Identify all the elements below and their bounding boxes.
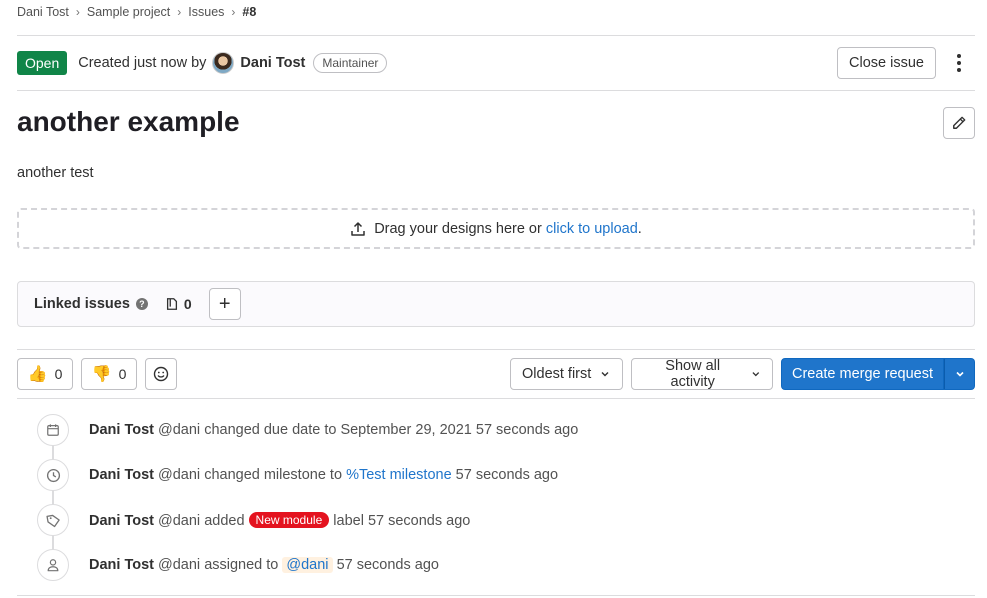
activity-item: Dani Tost @dani changed milestone to %Te… [37,459,977,491]
divider [17,595,975,596]
divider [17,349,975,350]
activity-filter-dropdown[interactable]: Show all activity [631,358,773,390]
thumbs-down-icon: 👎 [91,366,112,383]
upload-link[interactable]: click to upload [546,221,638,237]
status-badge: Open [17,51,68,75]
activity-handle[interactable]: @dani [158,513,200,529]
dropzone-text: Drag your designs here or [374,220,542,237]
calendar-icon [37,414,69,446]
dropzone-suffix: . [637,220,642,237]
timeline-line [52,430,54,565]
activity-handle[interactable]: @dani [158,467,200,483]
author-name[interactable]: Dani Tost [240,55,305,71]
close-issue-button[interactable]: Close issue [837,47,936,79]
edit-button[interactable] [943,107,975,139]
linked-count-value: 0 [183,296,192,312]
activity-text: added [204,512,245,529]
help-icon[interactable]: ? [135,298,148,310]
linked-issues-card: Linked issues ? 0 + [17,281,975,327]
clock-icon [37,459,69,491]
activity-item: Dani Tost @dani changed due date to Sept… [37,414,977,446]
divider [17,90,975,91]
activity-item: Dani Tost @dani added New module label 5… [37,504,977,536]
activity-time[interactable]: 57 seconds ago [476,422,578,438]
design-dropzone[interactable]: Drag your designs here or click to uploa… [17,208,975,249]
activity-item: Dani Tost @dani assigned to @dani 57 sec… [37,549,977,581]
activity-text: changed due date to September 29, 2021 [204,422,472,438]
add-reaction-button[interactable] [145,358,177,390]
thumbs-down-count: 0 [118,366,127,382]
upload-icon [351,221,365,236]
chevron-down-icon [752,372,760,377]
label-icon [37,504,69,536]
chevron-down-icon [955,371,964,377]
chevron-right-icon: › [75,5,80,19]
avatar[interactable] [212,52,235,74]
issue-header: Open Created just now by Dani Tost Maint… [17,47,975,79]
thumbs-down-button[interactable]: 👎 0 [81,358,137,390]
smiley-icon [153,366,169,382]
activity-author[interactable]: Dani Tost [89,513,154,529]
issue-description: another test [17,165,94,181]
linked-issues-title: Linked issues [34,296,130,312]
activity-author[interactable]: Dani Tost [89,557,154,573]
breadcrumb-item-group[interactable]: Dani Tost [17,5,69,19]
thumbs-up-count: 0 [54,366,63,382]
issue-toolbar: 👍 0 👎 0 Oldest first Show all activity C… [17,358,975,390]
breadcrumb: Dani Tost › Sample project › Issues › #8 [17,4,256,20]
thumbs-up-icon: 👍 [27,366,48,383]
create-merge-request-button[interactable]: Create merge request [781,358,944,390]
sort-dropdown[interactable]: Oldest first [510,358,623,390]
role-badge: Maintainer [313,53,388,73]
chevron-right-icon: › [231,5,236,19]
activity-text: changed milestone to [204,467,343,483]
milestone-link[interactable]: %Test milestone [346,467,452,483]
activity-time[interactable]: 57 seconds ago [456,467,558,483]
activity-text: assigned to [204,557,279,573]
thumbs-up-button[interactable]: 👍 0 [17,358,73,390]
sort-label: Oldest first [522,366,592,382]
created-text: Created just now by [78,55,207,71]
breadcrumb-item-current[interactable]: #8 [242,5,256,19]
user-icon [37,549,69,581]
breadcrumb-item-issues[interactable]: Issues [188,5,224,19]
divider [17,35,975,36]
issue-title: another example [17,106,240,137]
more-actions-icon[interactable] [943,47,975,79]
activity-handle[interactable]: @dani [158,422,200,438]
merge-request-options-button[interactable] [944,358,975,390]
issues-icon [166,298,177,310]
linked-issues-count: 0 [165,296,192,312]
activity-text-suffix: label [333,512,364,529]
activity-author[interactable]: Dani Tost [89,422,154,438]
label-badge[interactable]: New module [248,511,330,528]
breadcrumb-item-project[interactable]: Sample project [87,5,170,19]
divider [17,398,975,399]
activity-handle[interactable]: @dani [158,557,200,573]
activity-author[interactable]: Dani Tost [89,467,154,483]
pencil-icon [953,116,966,129]
chevron-right-icon: › [177,5,182,19]
activity-time[interactable]: 57 seconds ago [368,513,470,529]
activity-time[interactable]: 57 seconds ago [337,557,439,573]
filter-label: Show all activity [665,358,721,390]
chevron-down-icon [601,372,609,377]
add-linked-issue-button[interactable]: + [208,288,241,320]
user-mention[interactable]: @dani [282,557,333,573]
